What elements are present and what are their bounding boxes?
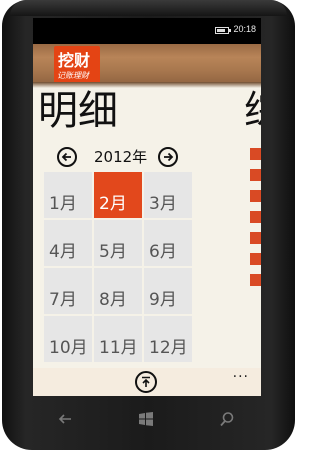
month-tile[interactable]: 12月 [144,316,192,362]
windows-logo-icon [139,412,153,426]
device-brand: NOKIA [118,0,179,10]
month-grid: 1月 2月 3月 4月 5月 6月 7月 8月 9月 10月 11月 12月 [44,172,196,362]
month-tile[interactable]: 11月 [94,316,142,362]
month-tile[interactable]: 2月 [94,172,142,218]
peek-item [250,274,261,286]
next-year-button[interactable] [158,147,178,167]
peek-item [250,253,261,265]
back-key[interactable] [56,410,76,430]
arrow-right-icon [164,152,174,162]
month-tile[interactable]: 7月 [44,268,92,314]
year-label: 2012年 [94,148,148,166]
peek-item [250,211,261,223]
more-options-button[interactable]: ... [233,366,249,380]
logo-main-text: 挖财 [58,51,91,70]
app-header: 挖财 记账理财 [33,44,261,88]
month-tile[interactable]: 9月 [144,268,192,314]
peek-item [250,190,261,202]
month-tile[interactable]: 4月 [44,220,92,266]
arrow-left-icon [61,152,71,162]
month-tile[interactable]: 5月 [94,220,142,266]
year-navigator: 2012年 [57,147,217,167]
battery-icon [215,27,231,34]
month-tile[interactable]: 10月 [44,316,92,362]
peek-item [250,232,261,244]
month-tile[interactable]: 8月 [94,268,142,314]
status-time: 20:18 [233,24,256,34]
app-bar: ... [33,366,261,396]
prev-year-button[interactable] [57,147,77,167]
month-tile[interactable]: 6月 [144,220,192,266]
search-icon [220,412,234,427]
app-logo: 挖财 记账理财 [54,46,100,86]
search-key[interactable] [218,410,238,430]
page-title: 明细 [38,88,118,134]
hardware-keys [33,410,261,430]
month-tile[interactable]: 3月 [144,172,192,218]
logo-sub-text: 记账理财 [57,71,89,80]
next-panel-title[interactable]: 综 [244,91,261,131]
scroll-to-top-icon [142,376,150,387]
month-tile[interactable]: 1月 [44,172,92,218]
scroll-to-top-button[interactable] [135,371,157,393]
peek-item [250,169,261,181]
phone-frame: NOKIA 20:18 挖财 记账理财 明细 综 [0,0,300,450]
app-screen: 挖财 记账理财 明细 综 2012年 [33,44,261,396]
peek-item [250,148,261,160]
start-key[interactable] [137,410,157,430]
back-arrow-icon [58,414,71,424]
status-bar: 20:18 [33,18,261,44]
